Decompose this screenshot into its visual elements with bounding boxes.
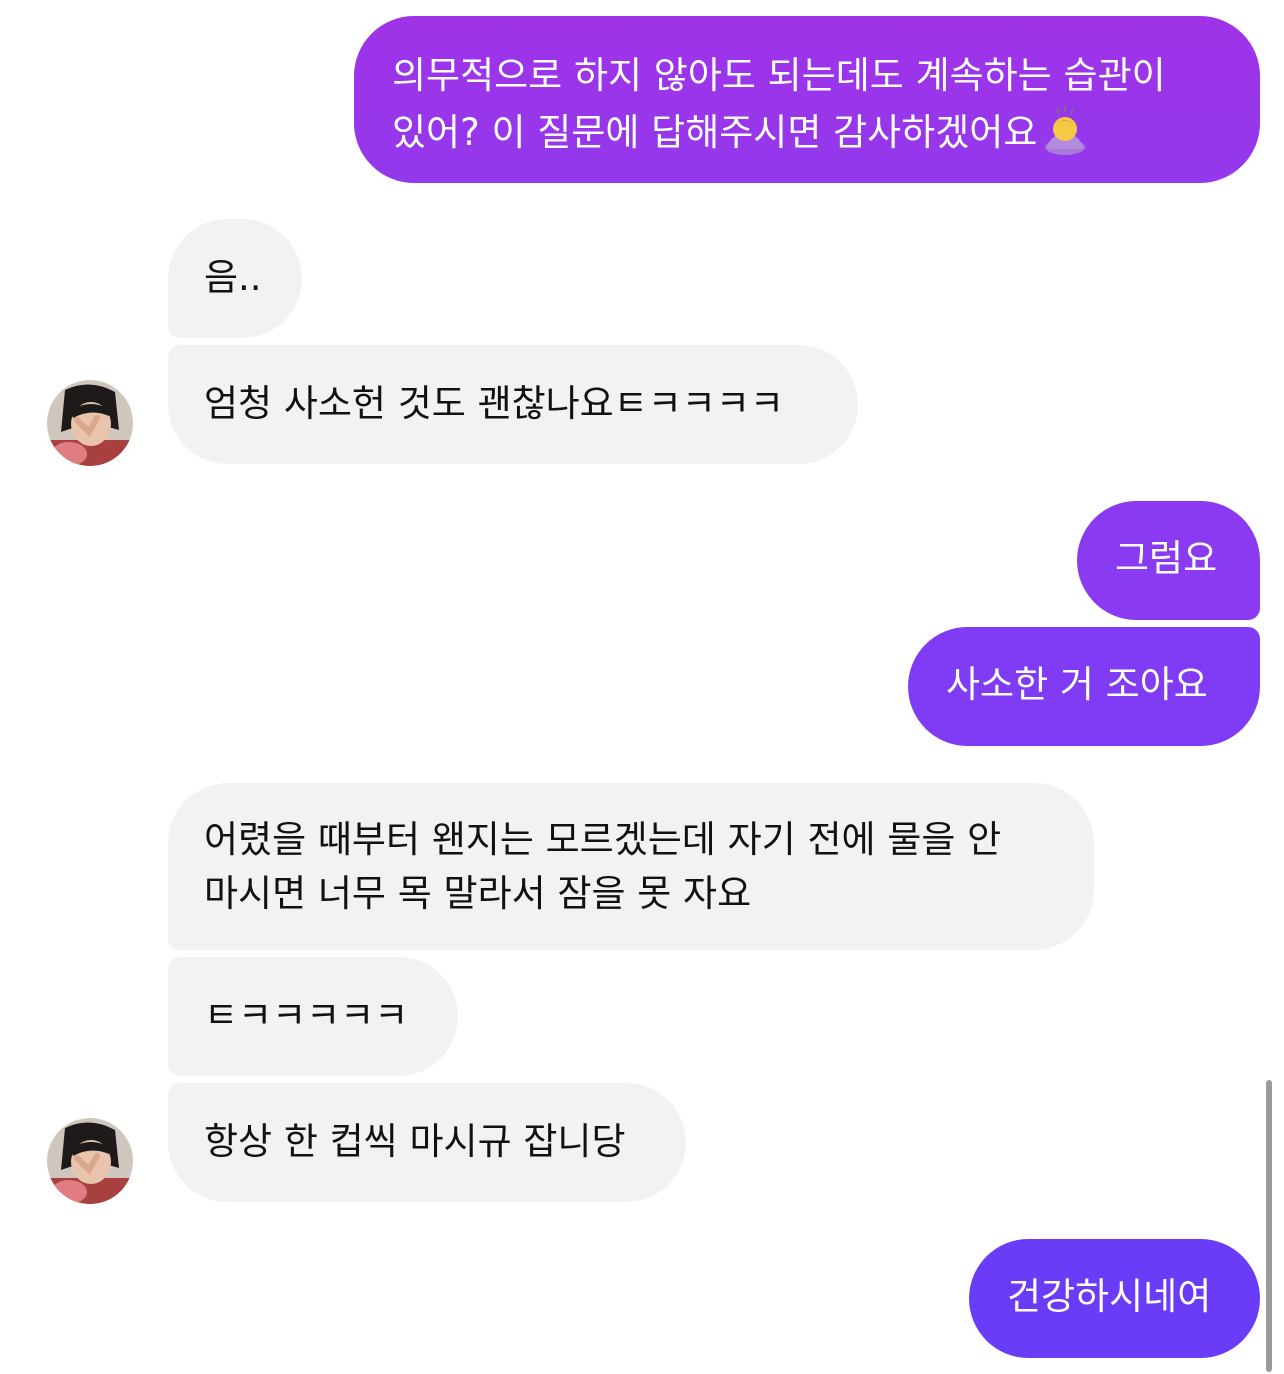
message-bubble-sent[interactable]: 의무적으로 하지 않아도 되는데도 계속하는 습관이 있어? 이 질문에 답해주… — [354, 16, 1260, 183]
message-text: 항상 한 컵씩 마시규 잡니당 — [204, 1120, 626, 1163]
message-bubble-sent[interactable]: 그럼요 — [1077, 501, 1260, 620]
avatar-photo-icon — [47, 380, 133, 466]
message-bubble-received[interactable]: ㅌㅋㅋㅋㅋㅋ — [168, 957, 458, 1076]
scrollbar-thumb[interactable] — [1266, 1080, 1272, 1372]
message-text: 건강하시네여 — [1007, 1275, 1212, 1318]
avatar-photo-icon — [47, 1118, 133, 1204]
message-bubble-received[interactable]: 항상 한 컵씩 마시규 잡니당 — [168, 1083, 686, 1202]
message-text: 엄청 사소헌 것도 괜찮나요ㅌㅋㅋㅋㅋ — [204, 382, 784, 425]
message-text-line: 어렸을 때부터 왠지는 모르겠는데 자기 전에 물을 안 — [204, 818, 1002, 861]
message-text: 사소한 거 조아요 — [946, 663, 1208, 706]
message-text: 있어? 이 질문에 답해주시면 감사하겠어요 — [392, 111, 1038, 154]
message-text-line: 마시면 너무 목 말라서 잠을 못 자요 — [204, 872, 752, 915]
message-text: 음.. — [204, 256, 262, 299]
message-text-line: 있어? 이 질문에 답해주시면 감사하겠어요 — [392, 103, 1222, 160]
message-text: ㅌㅋㅋㅋㅋㅋ — [204, 994, 409, 1037]
message-bubble-sent[interactable]: 건강하시네여 — [969, 1239, 1260, 1358]
message-text: 그럼요 — [1115, 537, 1218, 580]
contact-avatar[interactable] — [47, 1118, 133, 1204]
message-bubble-received[interactable]: 어렸을 때부터 왠지는 모르겠는데 자기 전에 물을 안 마시면 너무 목 말라… — [168, 783, 1094, 950]
contact-avatar[interactable] — [47, 380, 133, 466]
message-bubble-sent[interactable]: 사소한 거 조아요 — [908, 627, 1260, 746]
message-text-line: 의무적으로 하지 않아도 되는데도 계속하는 습관이 — [392, 54, 1166, 97]
message-bubble-received[interactable]: 음.. — [168, 219, 302, 338]
message-bubble-received[interactable]: 엄청 사소헌 것도 괜찮나요ㅌㅋㅋㅋㅋ — [168, 345, 858, 464]
person-bowing-emoji-icon — [1045, 106, 1086, 155]
